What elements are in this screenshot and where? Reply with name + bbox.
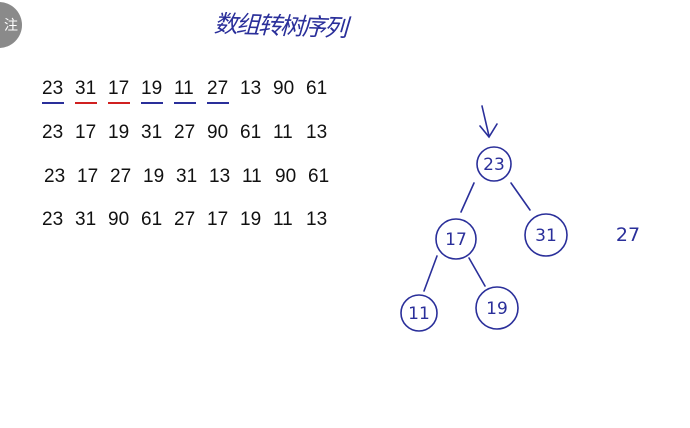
tree-node-23-label: 23 [483,155,505,175]
edge-17-19 [468,257,486,287]
edge-17-11 [423,255,438,292]
edge-23-31 [510,182,531,211]
down-arrow-icon [479,105,498,139]
tree-node-31-label: 31 [535,226,557,246]
tree-node-11-label: 11 [408,304,430,324]
tree-node-19-label: 19 [486,299,508,319]
edge-23-17 [460,182,475,213]
tree-diagram: 23 17 31 11 19 27 [400,105,640,332]
pending-number: 27 [616,224,640,246]
tree-node-17-label: 17 [445,230,467,250]
